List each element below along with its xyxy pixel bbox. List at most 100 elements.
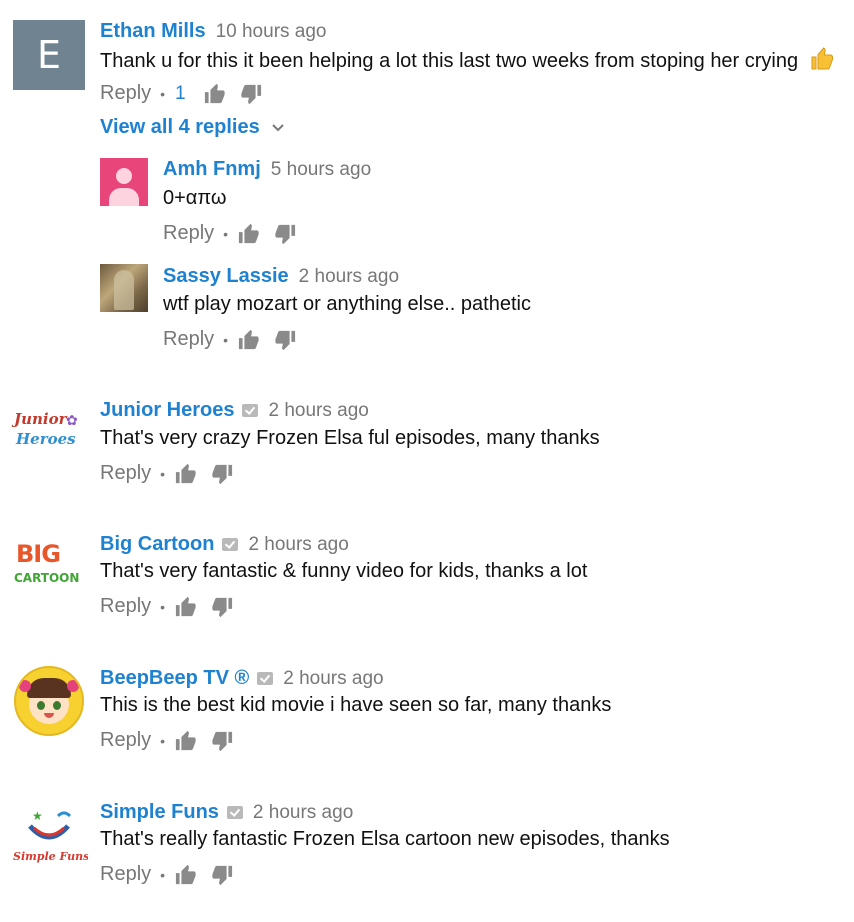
comment-actions: Reply • 1 [100,82,276,105]
separator-dot: • [223,331,229,348]
comment-header: Amh Fnmj 5 hours ago [163,158,371,181]
comment-actions: Reply • [100,729,247,752]
comment-text: 0+απω [163,187,227,209]
avatar-hair [27,678,71,698]
avatar[interactable] [100,264,148,312]
timestamp[interactable]: 10 hours ago [216,21,327,43]
reply-button[interactable]: Reply [100,729,151,752]
avatar-statue [114,270,134,310]
comment-thread: Junior ✿ Heroes Junior Heroes 2 hours ag… [0,396,854,506]
author-name[interactable]: Sassy Lassie [163,265,289,288]
author-name[interactable]: BeepBeep TV ® [100,667,249,690]
avatar-bow-left [19,680,31,692]
like-count: 1 [175,82,186,104]
avatar-person-head [116,168,132,184]
avatar-logo-line1: BIG [16,540,61,568]
avatar-eye-right [53,701,61,710]
avatar[interactable]: Junior ✿ Heroes [10,410,88,456]
reply-button[interactable]: Reply [100,595,151,618]
separator-dot: • [160,732,166,749]
thumbs-up-icon[interactable] [175,730,197,752]
timestamp[interactable]: 2 hours ago [283,668,383,690]
avatar-letter: E [36,33,61,77]
svg-text:★: ★ [32,809,43,823]
view-replies-label: View all 4 replies [100,116,260,138]
comment-actions: Reply • [100,462,247,485]
comment-actions: Reply • [100,863,247,886]
separator-dot: • [160,85,166,102]
author-name[interactable]: Ethan Mills [100,20,206,43]
comment-text: That's really fantastic Frozen Elsa cart… [100,828,670,850]
timestamp[interactable]: 2 hours ago [268,400,368,422]
avatar[interactable] [14,666,84,736]
comment-header: Sassy Lassie 2 hours ago [163,265,399,288]
avatar-logo-line2: Heroes [16,430,76,448]
comment-header: Simple Funs 2 hours ago [100,801,353,824]
comment-header: Ethan Mills 10 hours ago [100,20,327,43]
comment-actions: Reply • [163,222,310,245]
thumbs-down-icon[interactable] [211,463,233,485]
chevron-down-icon [272,124,285,132]
comment-text: This is the best kid movie i have seen s… [100,694,612,716]
thumbs-down-icon[interactable] [211,864,233,886]
avatar-logo-text: Simple Funs [13,850,88,863]
thumbs-up-emoji [811,47,833,70]
comment-text: That's very fantastic & funny video for … [100,560,588,582]
comment-actions: Reply • [163,328,310,351]
thumbs-down-icon[interactable] [211,596,233,618]
thumbs-up-icon[interactable] [175,463,197,485]
comment-text: Thank u for this it been helping a lot t… [100,47,834,73]
comment-header: Big Cartoon 2 hours ago [100,533,349,556]
reply-comment: Amh Fnmj 5 hours ago 0+απω Reply • [0,150,854,260]
author-name[interactable]: Big Cartoon [100,533,214,556]
separator-dot: • [160,598,166,615]
comment-header: Junior Heroes 2 hours ago [100,399,369,422]
avatar-logo-line2: CARTOON [14,571,80,585]
thumbs-up-icon[interactable] [238,329,260,351]
comment-thread: BeepBeep TV ® 2 hours ago This is the be… [0,664,854,774]
comment-text: That's very crazy Frozen Elsa ful episod… [100,427,600,449]
reply-button[interactable]: Reply [100,462,151,485]
separator-dot: • [223,225,229,242]
avatar[interactable] [100,158,148,206]
thumbs-up-icon[interactable] [204,83,226,105]
avatar[interactable]: E [13,20,85,90]
avatar-eye-left [37,701,45,710]
comment-thread: ★ Simple Funs Simple Funs 2 hours ago Th… [0,798,854,922]
timestamp[interactable]: 5 hours ago [271,159,371,181]
avatar-bow-right [67,680,79,692]
reply-comment: Sassy Lassie 2 hours ago wtf play mozart… [0,260,854,370]
thumbs-down-icon[interactable] [240,83,262,105]
verified-badge-icon [242,404,259,417]
verified-badge-icon [226,806,243,819]
separator-dot: • [160,866,166,883]
avatar-logo-line1: Junior [14,410,67,428]
comment-header: BeepBeep TV ® 2 hours ago [100,667,384,690]
reply-button[interactable]: Reply [163,222,214,245]
avatar-person-body [109,188,139,206]
paw-icon: ✿ [66,412,78,428]
thumbs-up-icon[interactable] [175,864,197,886]
comment-actions: Reply • [100,595,247,618]
view-replies-button[interactable]: View all 4 replies [100,116,285,139]
timestamp[interactable]: 2 hours ago [299,266,399,288]
thumbs-down-icon[interactable] [211,730,233,752]
avatar[interactable]: ★ Simple Funs [10,806,88,868]
author-name[interactable]: Amh Fnmj [163,158,261,181]
timestamp[interactable]: 2 hours ago [253,802,353,824]
comment-body: Thank u for this it been helping a lot t… [100,50,799,72]
thumbs-up-icon[interactable] [175,596,197,618]
comment-text: wtf play mozart or anything else.. pathe… [163,293,531,315]
reply-button[interactable]: Reply [100,863,151,886]
thumbs-up-icon[interactable] [238,223,260,245]
comment-thread: E Ethan Mills 10 hours ago Thank u for t… [0,0,854,150]
reply-button[interactable]: Reply [163,328,214,351]
timestamp[interactable]: 2 hours ago [248,534,348,556]
comment-thread: BIG CARTOON Big Cartoon 2 hours ago That… [0,530,854,640]
author-name[interactable]: Simple Funs [100,801,219,824]
author-name[interactable]: Junior Heroes [100,399,234,422]
avatar[interactable]: BIG CARTOON [10,540,88,592]
reply-button[interactable]: Reply [100,82,151,105]
thumbs-down-icon[interactable] [274,223,296,245]
thumbs-down-icon[interactable] [274,329,296,351]
